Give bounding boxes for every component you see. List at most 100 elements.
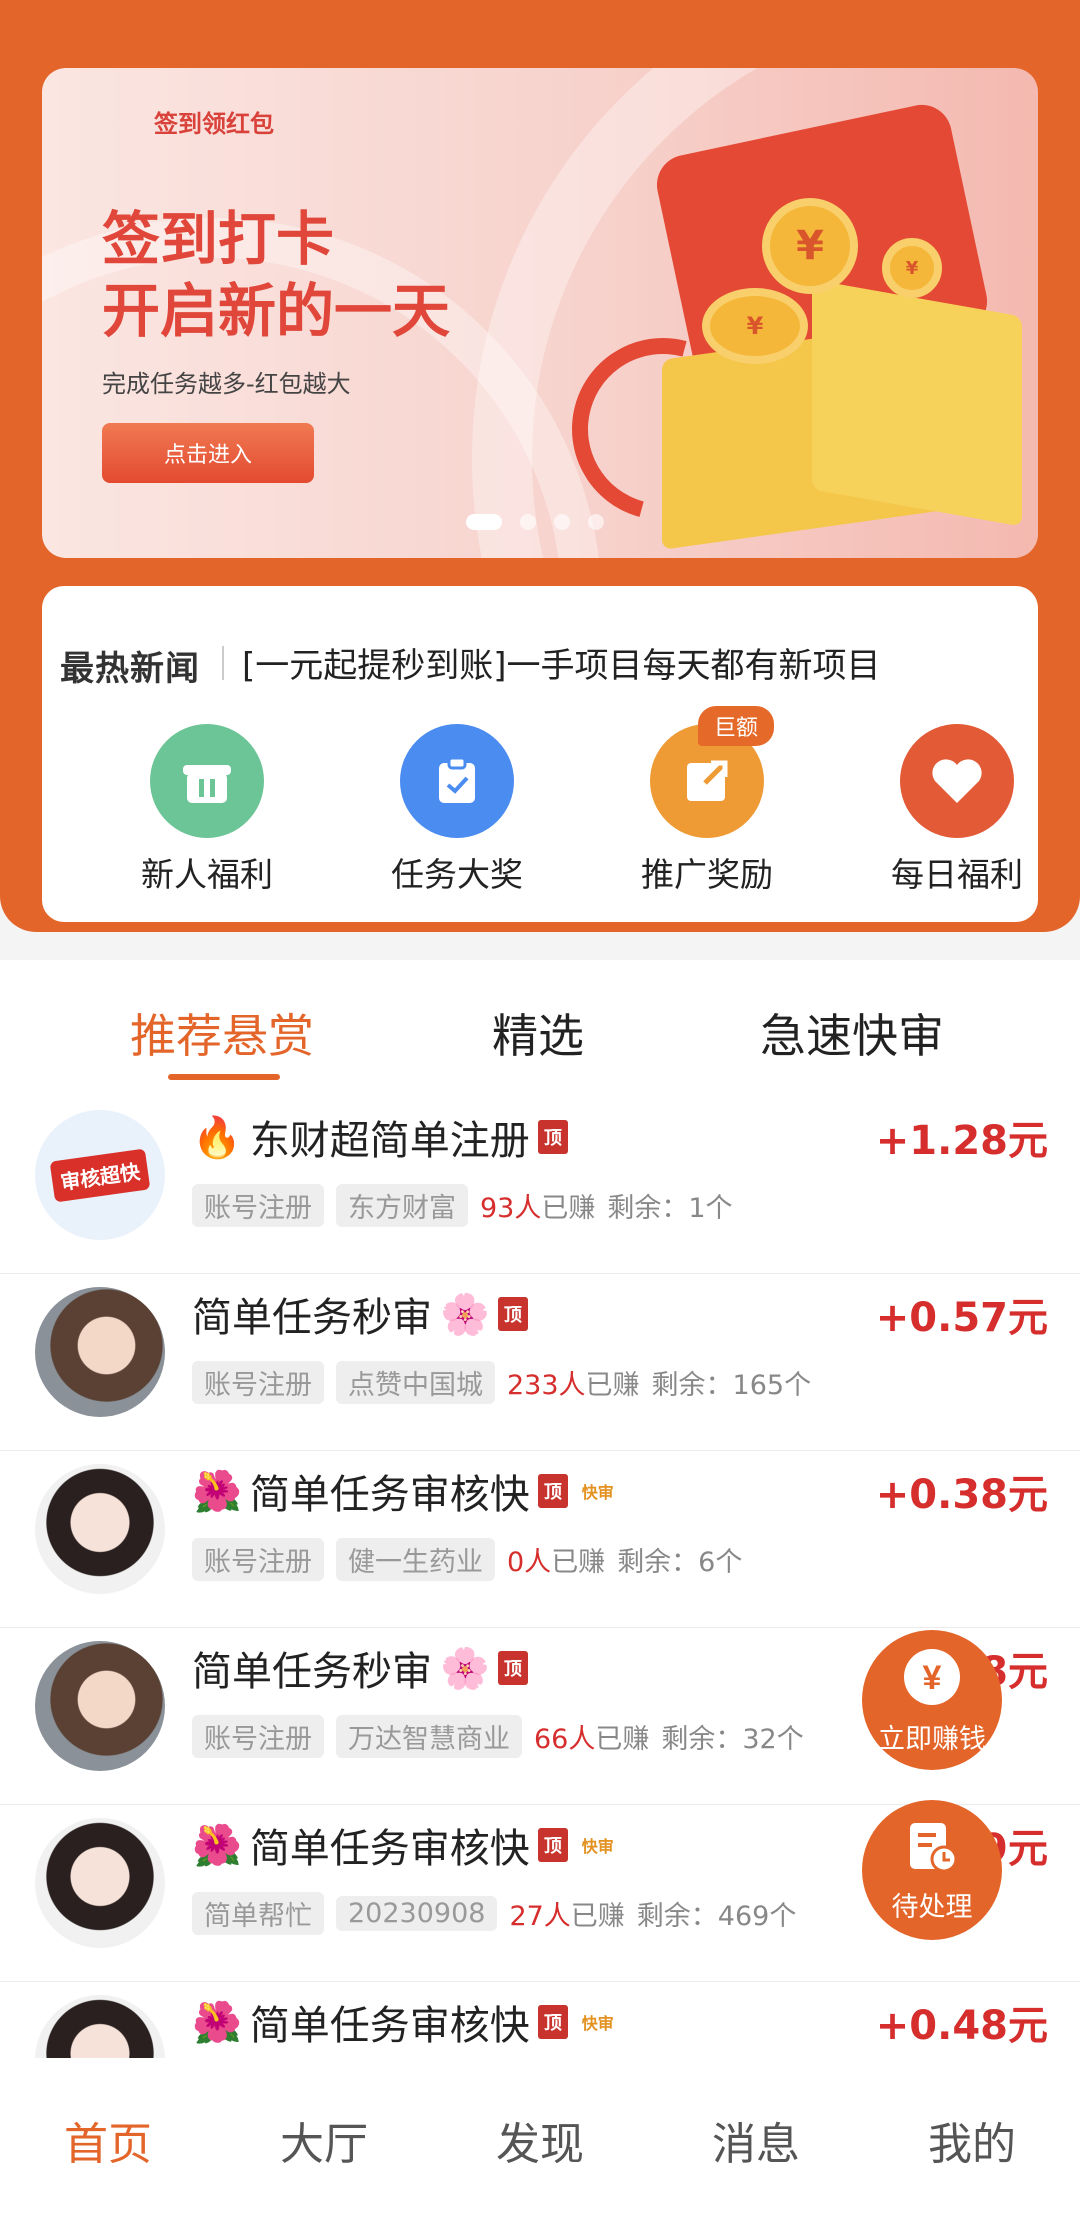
nav-home[interactable]: 首页 bbox=[0, 2108, 216, 2172]
remaining-count: 剩余：165个 bbox=[651, 1370, 812, 1401]
task-row[interactable]: 🌺 简单任务审核快 顶 快审 +0.38元 账号注册 健一生药业 0人已赚 剩余… bbox=[0, 1450, 1080, 1628]
tab-recommended[interactable]: 推荐悬赏 bbox=[130, 1000, 314, 1066]
clipboard-check-icon bbox=[400, 724, 514, 838]
earned-label: 已赚 bbox=[570, 1901, 625, 1932]
avatar bbox=[35, 1641, 165, 1771]
task-meta: 账号注册 东方财富 93人已赚 剩余：1个 bbox=[192, 1184, 733, 1227]
task-row[interactable]: 审核超快 🔥 东财超简单注册 顶 +1.28元 账号注册 东方财富 93人已赚 … bbox=[0, 1096, 1080, 1274]
signin-banner[interactable]: 签到领红包 签到打卡 开启新的一天 完成任务越多-红包越大 点击进入 ¥ ¥ ¥ bbox=[42, 68, 1038, 558]
quick-action-promotion-reward[interactable]: 推广奖励 bbox=[607, 724, 807, 896]
earn-now-button[interactable]: ¥ 立即赚钱 bbox=[862, 1630, 1002, 1770]
gift-box-front bbox=[812, 279, 1022, 527]
fast-review-badge: 快审 bbox=[581, 2014, 614, 2033]
carousel-dot[interactable] bbox=[554, 514, 570, 530]
carousel-indicator bbox=[466, 514, 604, 530]
task-meta: 账号注册 健一生药业 0人已赚 剩余：6个 bbox=[192, 1538, 742, 1581]
svg-text:¥: ¥ bbox=[923, 1659, 942, 1697]
earned-count: 93人 bbox=[480, 1193, 542, 1224]
pinned-badge: 顶 bbox=[497, 1297, 528, 1331]
task-reward: +0.38元 bbox=[875, 1472, 1048, 1518]
tab-selected[interactable]: 精选 bbox=[492, 1000, 584, 1066]
coin-icon: ¥ bbox=[882, 238, 942, 298]
task-title: 🌺 简单任务审核快 顶 快审 bbox=[192, 1816, 620, 1874]
nav-messages[interactable]: 消息 bbox=[648, 2108, 864, 2172]
remaining-count: 剩余：32个 bbox=[661, 1724, 804, 1755]
task-title: 简单任务秒审 🌸 顶 bbox=[192, 1285, 528, 1343]
pinned-badge: 顶 bbox=[537, 1828, 568, 1862]
tab-fast-review[interactable]: 急速快审 bbox=[760, 1000, 944, 1066]
banner-title-line1: 签到打卡 bbox=[102, 205, 335, 273]
task-row[interactable]: 🌺 简单任务审核快 顶 快审 +0.48元 bbox=[0, 1981, 1080, 2058]
pending-button[interactable]: 待处理 bbox=[862, 1800, 1002, 1940]
fast-review-badge: 快审 bbox=[581, 1837, 614, 1856]
news-ticker-text[interactable]: [一元起提秒到账]一手项目每天都有新项目 bbox=[242, 638, 881, 687]
task-title: 🔥 东财超简单注册 顶 bbox=[192, 1108, 568, 1166]
active-tab-underline bbox=[168, 1074, 280, 1080]
nav-hall[interactable]: 大厅 bbox=[216, 2108, 432, 2172]
pinned-badge: 顶 bbox=[497, 1651, 528, 1685]
task-meta: 账号注册 点赞中国城 233人已赚 剩余：165个 bbox=[192, 1361, 811, 1404]
news-divider bbox=[222, 646, 224, 680]
task-title-text: 简单任务审核快 bbox=[249, 1826, 530, 1872]
quick-action-daily-welfare[interactable]: 每日福利 bbox=[857, 724, 1057, 896]
task-category-tag: 账号注册 bbox=[192, 1361, 324, 1404]
task-tabs: 推荐悬赏 精选 急速快审 bbox=[0, 960, 1080, 1100]
avatar bbox=[35, 1995, 165, 2058]
task-title-text: 简单任务秒审 bbox=[192, 1295, 432, 1341]
task-merchant-tag: 点赞中国城 bbox=[336, 1361, 495, 1404]
avatar bbox=[35, 1818, 165, 1948]
task-merchant-tag: 健一生药业 bbox=[336, 1538, 495, 1581]
banner-title: 签到打卡 开启新的一天 bbox=[102, 203, 450, 347]
remaining-count: 剩余：6个 bbox=[617, 1547, 743, 1578]
earned-label: 已赚 bbox=[541, 1193, 596, 1224]
flower-emoji-icon: 🌸 bbox=[440, 1291, 490, 1338]
avatar: 审核超快 bbox=[35, 1110, 165, 1240]
task-title: 简单任务秒审 🌸 顶 bbox=[192, 1639, 528, 1697]
task-merchant-tag: 20230908 bbox=[336, 1896, 498, 1931]
task-title: 🌺 简单任务审核快 顶 快审 bbox=[192, 1462, 620, 1520]
nav-profile[interactable]: 我的 bbox=[864, 2108, 1080, 2172]
huge-reward-badge: 巨额 bbox=[698, 706, 775, 746]
task-title-text: 简单任务审核快 bbox=[249, 1472, 530, 1518]
fire-emoji-icon: 🔥 bbox=[192, 1114, 242, 1161]
earned-label: 已赚 bbox=[585, 1370, 640, 1401]
task-title-text: 简单任务秒审 bbox=[192, 1649, 432, 1695]
quick-action-label: 新人福利 bbox=[141, 855, 273, 894]
task-category-tag: 账号注册 bbox=[192, 1715, 324, 1758]
task-merchant-tag: 东方财富 bbox=[336, 1184, 468, 1227]
news-and-actions-card: 最热新闻 [一元起提秒到账]一手项目每天都有新项目 新人福利 任务大奖 推广奖励… bbox=[42, 586, 1038, 922]
audit-fast-logo: 审核超快 bbox=[49, 1148, 151, 1202]
fast-review-badge: 快审 bbox=[581, 1483, 614, 1502]
flower-emoji-icon: 🌸 bbox=[440, 1645, 490, 1692]
banner-title-line2: 开启新的一天 bbox=[102, 277, 451, 345]
task-title-text: 简单任务审核快 bbox=[249, 2003, 530, 2049]
earned-count: 0人 bbox=[507, 1547, 552, 1578]
avatar bbox=[35, 1464, 165, 1594]
quick-action-task-prize[interactable]: 任务大奖 bbox=[357, 724, 557, 896]
earned-label: 已赚 bbox=[595, 1724, 650, 1755]
earned-count: 233人 bbox=[507, 1370, 586, 1401]
coin-icon: ¥ bbox=[702, 288, 808, 364]
pinned-badge: 顶 bbox=[537, 1120, 568, 1154]
yen-coin-icon: ¥ bbox=[900, 1645, 964, 1713]
pinned-badge: 顶 bbox=[537, 2005, 568, 2039]
carousel-dot-active[interactable] bbox=[466, 514, 502, 530]
banner-enter-button[interactable]: 点击进入 bbox=[102, 423, 314, 483]
banner-subtitle: 完成任务越多-红包越大 bbox=[102, 370, 351, 398]
quick-action-newbie-welfare[interactable]: 新人福利 bbox=[107, 724, 307, 896]
task-category-tag: 账号注册 bbox=[192, 1184, 324, 1227]
hibiscus-emoji-icon: 🌺 bbox=[192, 1468, 242, 1515]
hibiscus-emoji-icon: 🌺 bbox=[192, 1822, 242, 1869]
hibiscus-emoji-icon: 🌺 bbox=[192, 1999, 242, 2046]
task-row[interactable]: 简单任务秒审 🌸 顶 +0.57元 账号注册 点赞中国城 233人已赚 剩余：1… bbox=[0, 1273, 1080, 1451]
earn-now-label: 立即赚钱 bbox=[878, 1723, 986, 1755]
quick-action-label: 任务大奖 bbox=[391, 855, 523, 894]
bottom-navigation: 首页 大厅 发现 消息 我的 bbox=[0, 2058, 1080, 2236]
task-reward: +0.57元 bbox=[875, 1295, 1048, 1341]
banner-tag: 签到领红包 bbox=[154, 110, 274, 138]
earned-count: 66人 bbox=[534, 1724, 596, 1755]
carousel-dot[interactable] bbox=[588, 514, 604, 530]
nav-discover[interactable]: 发现 bbox=[432, 2108, 648, 2172]
heart-icon bbox=[900, 724, 1014, 838]
carousel-dot[interactable] bbox=[520, 514, 536, 530]
